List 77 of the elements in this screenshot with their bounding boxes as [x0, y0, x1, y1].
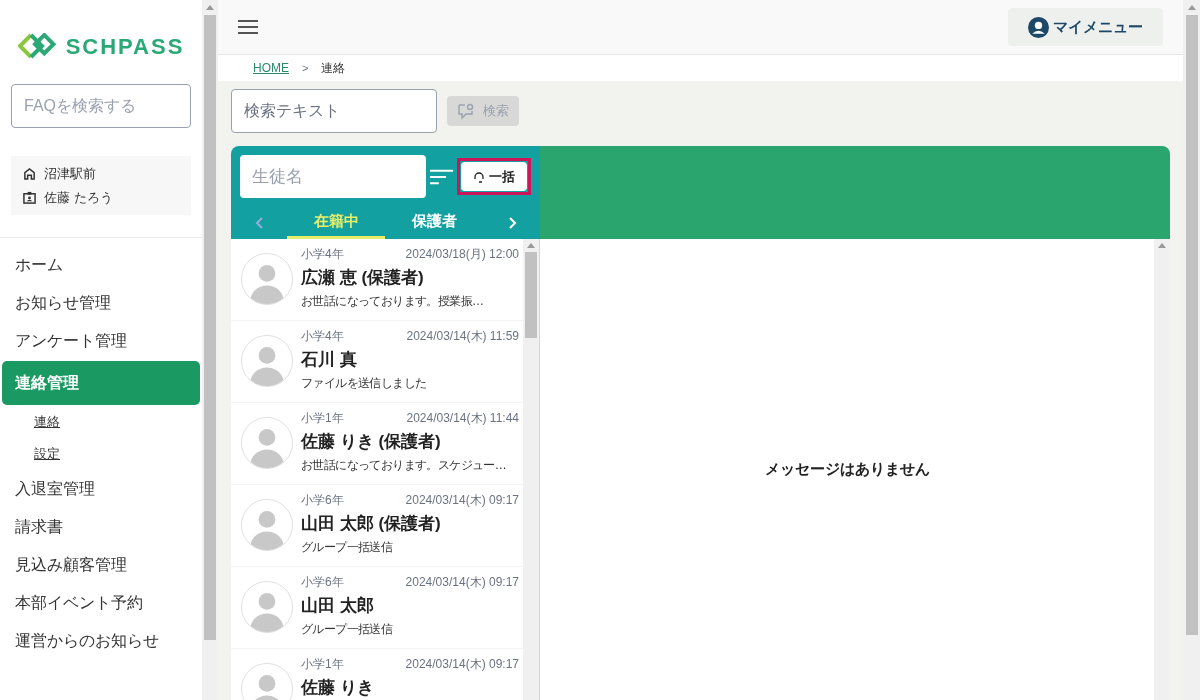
scroll-thumb[interactable]: [204, 15, 216, 640]
sidebar-scrollbar[interactable]: [202, 0, 218, 700]
scroll-up-icon[interactable]: [1187, 5, 1196, 10]
chat-scrollbar[interactable]: [1154, 239, 1170, 700]
contact-name: 広瀬 恵 (保護者): [301, 267, 425, 289]
list-scrollbar[interactable]: [523, 239, 539, 700]
faq-search-field[interactable]: FAQを検索する: [11, 84, 191, 128]
contact-name: 石川 真: [301, 349, 358, 371]
avatar-icon: [241, 417, 293, 469]
message-time: 2024/03/14(木) 11:59: [406, 328, 519, 345]
breadcrumb-separator: >: [302, 60, 309, 76]
grade-label: 小学6年: [301, 574, 344, 591]
sort-icon[interactable]: [430, 167, 453, 186]
message-time: 2024/03/14(木) 09:17: [405, 656, 519, 673]
grade-label: 小学1年: [301, 656, 344, 673]
message-time: 2024/03/14(木) 09:17: [405, 574, 519, 591]
message-row[interactable]: 小学1年 2024/03/14(木) 11:44 佐藤 りき (保護者) お世話になっております。スケジュー…: [231, 403, 523, 485]
contact-name: 佐藤 りき (保護者): [301, 431, 442, 453]
headset-icon: [473, 170, 485, 183]
breadcrumb-current: 連絡: [321, 60, 346, 77]
nav-item[interactable]: 入退室管理: [0, 470, 202, 508]
chat-icon: [457, 103, 475, 119]
message-row[interactable]: 小学4年 2024/03/14(木) 11:59 石川 真 ファイルを送信しました: [231, 321, 523, 403]
user-name: 佐藤 たろう: [44, 188, 113, 207]
grade-label: 小学6年: [301, 492, 344, 509]
nav-item[interactable]: 連絡管理: [2, 361, 200, 405]
id-badge-icon: [23, 190, 36, 204]
menu-icon[interactable]: [238, 19, 258, 35]
user-circle-icon: [1028, 16, 1049, 38]
empty-message: メッセージはありません: [764, 459, 930, 480]
nav-item[interactable]: ホーム: [0, 246, 202, 284]
breadcrumb-link[interactable]: HOME: [253, 59, 289, 77]
logo-text: SCHPASS: [65, 32, 185, 61]
chevron-left-icon[interactable]: [255, 217, 263, 229]
message-row[interactable]: 小学1年 2024/03/14(木) 09:17 佐藤 りき: [231, 649, 523, 700]
message-time: 2024/03/14(木) 09:17: [405, 492, 519, 509]
avatar-icon: [241, 581, 293, 633]
nav-item[interactable]: お知らせ管理: [0, 284, 202, 322]
grade-label: 小学4年: [301, 246, 344, 263]
nav-item[interactable]: 本部イベント予約: [0, 584, 202, 622]
avatar-icon: [241, 335, 293, 387]
scroll-thumb[interactable]: [1185, 15, 1198, 635]
message-preview: お世話になっております。スケジュー…: [301, 456, 507, 473]
scroll-up-icon[interactable]: [206, 5, 214, 10]
message-preview: グループ一括送信: [301, 538, 393, 555]
logo-icon: [17, 33, 58, 59]
contact-name: 佐藤 りき: [301, 677, 375, 699]
message-preview: ファイルを送信しました: [301, 374, 427, 391]
avatar-icon: [241, 499, 293, 551]
nav-subitem[interactable]: 連絡: [0, 406, 202, 438]
message-row[interactable]: 小学6年 2024/03/14(木) 09:17 山田 太郎 (保護者) グループ一括送信: [231, 485, 523, 567]
message-time: 2024/03/14(木) 11:44: [406, 410, 519, 427]
school-name: 沼津駅前: [44, 165, 96, 183]
nav-subitem[interactable]: 設定: [0, 438, 202, 470]
message-preview: お世話になっております。授業振…: [301, 292, 484, 309]
contact-name: 山田 太郎: [301, 595, 375, 617]
grade-label: 小学1年: [301, 410, 344, 427]
home-icon: [23, 167, 36, 181]
avatar-icon: [241, 253, 293, 305]
contact-name: 山田 太郎 (保護者): [301, 513, 442, 535]
scroll-thumb[interactable]: [525, 252, 537, 338]
message-preview: グループ一括送信: [301, 620, 393, 637]
scroll-up-icon[interactable]: [527, 243, 535, 248]
chevron-right-icon[interactable]: [509, 217, 517, 229]
my-menu-button[interactable]: マイメニュー: [1008, 8, 1163, 46]
student-name-field[interactable]: 生徒名: [240, 155, 426, 198]
scroll-up-icon[interactable]: [1158, 243, 1166, 248]
nav-item[interactable]: 見込み顧客管理: [0, 546, 202, 584]
bulk-send-button[interactable]: 一括: [461, 162, 527, 191]
nav-item[interactable]: 運営からのお知らせ: [0, 622, 202, 660]
nav-item[interactable]: 請求書: [0, 508, 202, 546]
message-row[interactable]: 小学4年 2024/03/18(月) 12:00 広瀬 恵 (保護者) お世話になっております。授業振…: [231, 239, 523, 321]
nav-item[interactable]: アンケート管理: [0, 322, 202, 360]
grade-label: 小学4年: [301, 328, 344, 345]
message-row[interactable]: 小学6年 2024/03/14(木) 09:17 山田 太郎 グループ一括送信: [231, 567, 523, 649]
message-time: 2024/03/18(月) 12:00: [405, 246, 519, 263]
page-scrollbar[interactable]: [1183, 0, 1200, 700]
